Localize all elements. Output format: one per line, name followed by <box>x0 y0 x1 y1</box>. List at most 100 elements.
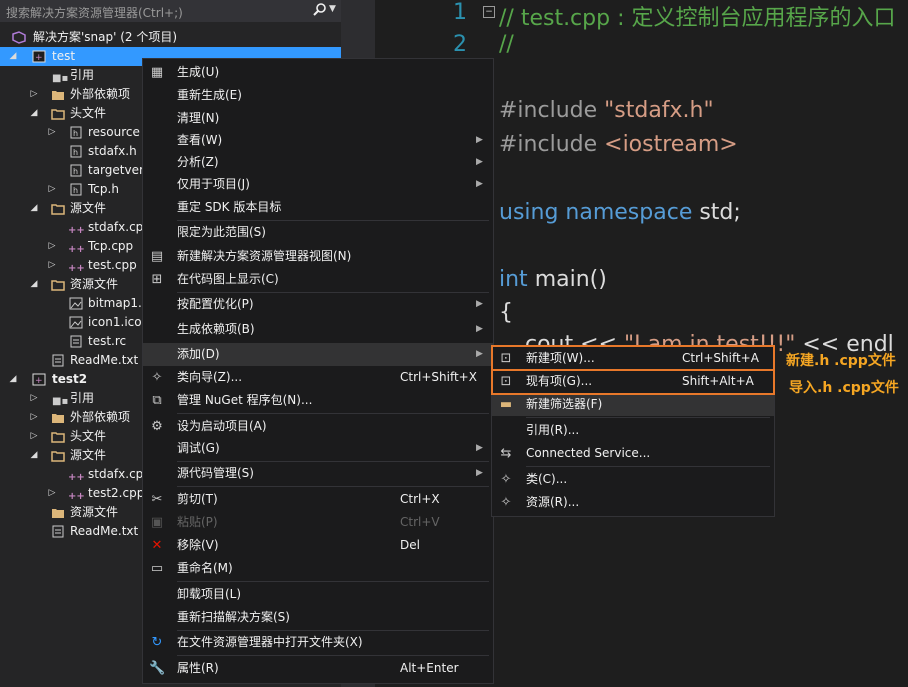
submenu-arrow-icon: ▶ <box>476 299 483 309</box>
submenu-item-resource[interactable]: ✧ 资源(R)... <box>492 491 774 514</box>
folder-icon <box>51 451 65 462</box>
tree-item-label: test <box>52 49 76 63</box>
highlight-box-new-item <box>491 345 775 371</box>
code-line-comment: // test.cpp : 定义控制台应用程序的入口 <box>499 6 896 31</box>
menu-item-open-folder[interactable]: ↻ 在文件资源管理器中打开文件夹(X) <box>143 631 493 654</box>
submenu-item-class[interactable]: ✧ 类(C)... <box>492 468 774 491</box>
tree-item-label: 外部依赖项 <box>70 87 131 101</box>
tree-item-solution[interactable]: 解决方案'snap' (2 个项目) <box>0 28 341 47</box>
folder-icon <box>51 280 65 291</box>
menu-item-unload[interactable]: 卸载项目(L) <box>143 583 493 606</box>
submenu-arrow-icon: ▶ <box>476 179 483 189</box>
menu-separator <box>526 417 770 418</box>
menu-item-build[interactable]: ▦ 生成(U) <box>143 61 493 84</box>
submenu-item-new-filter[interactable]: ▬ 新建筛选器(F) <box>492 393 774 416</box>
collapse-arrow-icon[interactable]: ◢ <box>29 199 39 218</box>
tree-item-label: stdafx.cp <box>88 467 144 481</box>
menu-item-rebuild[interactable]: 重新生成(E) <box>143 84 493 107</box>
menu-item-debug[interactable]: 调试(G) ▶ <box>143 437 493 460</box>
tree-item-label: 头文件 <box>70 429 107 443</box>
text-file-icon <box>52 354 64 367</box>
menu-item-remove[interactable]: ✕ 移除(V) Del <box>143 534 493 557</box>
submenu-item-reference[interactable]: 引用(R)... <box>492 419 774 442</box>
tree-item-label: test2.cpp <box>88 486 145 500</box>
context-menu: ▦ 生成(U) 重新生成(E) 清理(N) 查看(W) ▶ 分析(Z) ▶ 仅用于项目… <box>142 58 494 684</box>
collapse-arrow-icon[interactable]: ◢ <box>29 446 39 465</box>
remove-icon: ✕ <box>151 538 163 553</box>
cpp-file-icon: ++ <box>68 472 85 483</box>
code-line-include: #include "stdafx.h" <box>499 98 714 123</box>
menu-item-project-only[interactable]: 仅用于项目(J) ▶ <box>143 173 493 196</box>
cpp-file-icon: ++ <box>68 491 85 502</box>
tree-item-label: test.cpp <box>88 258 137 272</box>
folder-icon <box>51 204 65 215</box>
tree-item-label: 源文件 <box>70 448 107 462</box>
menu-item-build-deps[interactable]: 生成依赖项(B) ▶ <box>143 318 493 341</box>
tree-item-label: stdafx.cp <box>88 220 144 234</box>
tree-item-label: resource <box>88 125 140 139</box>
header-file-icon: h <box>70 126 82 139</box>
menu-item-retarget-sdk[interactable]: 重定 SDK 版本目标 <box>143 196 493 219</box>
expand-arrow-icon[interactable]: ▷ <box>29 427 39 446</box>
menu-item-nuget[interactable]: ⧉ 管理 NuGet 程序包(N)... <box>143 389 493 412</box>
expand-arrow-icon[interactable]: ▷ <box>47 237 57 256</box>
expand-arrow-icon[interactable]: ▷ <box>29 85 39 104</box>
folder-icon <box>51 109 65 120</box>
chevron-down-icon[interactable]: ▼ <box>329 4 336 14</box>
resource-file-icon <box>70 335 82 348</box>
references-icon: ■▪ <box>52 73 69 84</box>
paste-icon: ▣ <box>150 515 164 530</box>
menu-item-paste[interactable]: ▣ 粘贴(P) Ctrl+V <box>143 511 493 534</box>
menu-item-clean[interactable]: 清理(N) <box>143 107 493 130</box>
image-file-icon <box>69 297 83 310</box>
expand-arrow-icon[interactable]: ▷ <box>47 484 57 503</box>
menu-item-analyze[interactable]: 分析(Z) ▶ <box>143 151 493 174</box>
expand-arrow-icon[interactable]: ▷ <box>47 180 57 199</box>
folder-icon <box>52 509 64 518</box>
search-icon[interactable] <box>312 2 328 18</box>
menu-item-pgo[interactable]: 按配置优化(P) ▶ <box>143 293 493 316</box>
collapse-arrow-icon[interactable]: ◢ <box>29 104 39 123</box>
build-icon: ▦ <box>150 65 164 80</box>
collapse-arrow-icon[interactable]: ◢ <box>29 275 39 294</box>
menu-item-view[interactable]: 查看(W) ▶ <box>143 129 493 152</box>
collapse-arrow-icon[interactable]: ◢ <box>8 370 18 389</box>
menu-item-class-wizard[interactable]: ✧ 类向导(Z)... Ctrl+Shift+X <box>143 366 493 389</box>
header-file-icon: h <box>70 164 82 177</box>
tree-item-label: bitmap1. <box>88 296 142 310</box>
header-file-icon: h <box>70 183 82 196</box>
search-bar[interactable]: 搜索解决方案资源管理器(Ctrl+;) ▼ <box>0 0 341 22</box>
rename-icon: ▭ <box>150 561 164 576</box>
expand-arrow-icon[interactable]: ▷ <box>47 123 57 142</box>
expand-arrow-icon[interactable]: ▷ <box>29 408 39 427</box>
menu-item-source-control[interactable]: 源代码管理(S) ▶ <box>143 462 493 485</box>
menu-item-code-map[interactable]: ⊞ 在代码图上显示(C) <box>143 268 493 291</box>
menu-item-rescan[interactable]: 重新扫描解决方案(S) <box>143 606 493 629</box>
menu-item-rename[interactable]: ▭ 重命名(M) <box>143 557 493 580</box>
menu-item-cut[interactable]: ✂ 剪切(T) Ctrl+X <box>143 488 493 511</box>
submenu-arrow-icon: ▶ <box>476 324 483 334</box>
cpp-file-icon: ++ <box>68 225 85 236</box>
submenu-item-connected-service[interactable]: ⇆ Connected Service... <box>492 442 774 465</box>
expand-arrow-icon[interactable]: ▷ <box>47 256 57 275</box>
menu-item-properties[interactable]: 🔧 属性(R) Alt+Enter <box>143 657 493 680</box>
menu-item-scope[interactable]: 限定为此范围(S) <box>143 221 493 244</box>
folder-icon <box>52 414 64 423</box>
collapse-region-icon[interactable]: − <box>483 6 495 18</box>
collapse-arrow-icon[interactable]: ◢ <box>8 47 18 66</box>
tree-item-label: 引用 <box>70 68 95 82</box>
submenu-arrow-icon: ▶ <box>476 157 483 167</box>
menu-item-add[interactable]: 添加(D) ▶ <box>143 343 493 366</box>
code-line-using: using namespace std; <box>499 200 741 225</box>
svg-text:+: + <box>35 376 43 386</box>
menu-item-new-view[interactable]: ▤ 新建解决方案资源管理器视图(N) <box>143 245 493 268</box>
cpp-project-icon: + <box>32 373 46 386</box>
menu-separator <box>177 486 489 487</box>
menu-separator <box>177 655 489 656</box>
search-input[interactable]: 搜索解决方案资源管理器(Ctrl+;) <box>6 4 183 21</box>
expand-arrow-icon[interactable]: ▷ <box>29 389 39 408</box>
connected-service-icon: ⇆ <box>500 446 512 461</box>
cpp-file-icon: ++ <box>68 244 85 255</box>
menu-item-set-startup[interactable]: ⚙ 设为启动项目(A) <box>143 415 493 438</box>
cpp-project-icon: + <box>32 50 46 63</box>
